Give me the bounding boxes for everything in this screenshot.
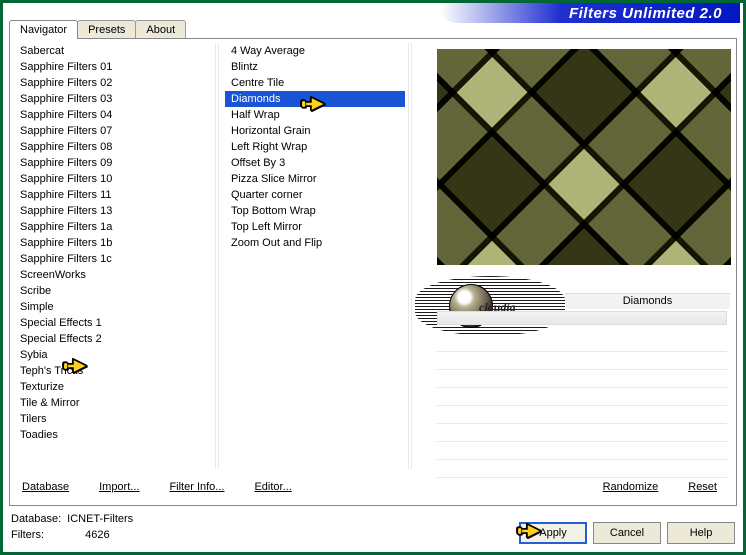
status-bar: Database: ICNET-Filters Filters: 4626 Ap…: [9, 508, 737, 548]
category-item[interactable]: Sapphire Filters 03: [14, 91, 211, 107]
category-item[interactable]: Sapphire Filters 01: [14, 59, 211, 75]
current-effect-label: Diamonds: [565, 293, 730, 309]
effect-item[interactable]: Left Right Wrap: [225, 139, 405, 155]
panel-footer: Database Import... Filter Info... Editor…: [16, 473, 727, 501]
status-db-value: ICNET-Filters: [67, 512, 133, 526]
category-item[interactable]: Sapphire Filters 1a: [14, 219, 211, 235]
category-item[interactable]: Sapphire Filters 09: [14, 155, 211, 171]
effect-item[interactable]: Top Bottom Wrap: [225, 203, 405, 219]
dialog-buttons: Apply Cancel Help: [513, 522, 737, 548]
param-row: [437, 442, 727, 460]
filterinfo-button[interactable]: Filter Info...: [163, 477, 230, 497]
preview-render: [437, 49, 731, 265]
cancel-button[interactable]: Cancel: [593, 522, 661, 544]
tab-about[interactable]: About: [135, 20, 186, 39]
category-list-container: SabercatSapphire Filters 01Sapphire Filt…: [14, 43, 212, 469]
category-item[interactable]: Sabercat: [14, 43, 211, 59]
randomize-button[interactable]: Randomize: [597, 477, 665, 497]
category-item[interactable]: Texturize: [14, 379, 211, 395]
category-item[interactable]: Sapphire Filters 02: [14, 75, 211, 91]
category-item[interactable]: Toadies: [14, 427, 211, 443]
category-item[interactable]: Simple: [14, 299, 211, 315]
category-item[interactable]: Tile & Mirror: [14, 395, 211, 411]
category-item[interactable]: ScreenWorks: [14, 267, 211, 283]
import-button[interactable]: Import...: [93, 477, 145, 497]
category-item[interactable]: Tilers: [14, 411, 211, 427]
plugin-window: Filters Unlimited 2.0 Navigator Presets …: [0, 0, 746, 555]
help-button[interactable]: Help: [667, 522, 735, 544]
param-row: [437, 406, 727, 424]
effect-item[interactable]: Half Wrap: [225, 107, 405, 123]
parameter-area: [437, 334, 727, 478]
category-item[interactable]: Scribe: [14, 283, 211, 299]
category-item[interactable]: Sapphire Filters 07: [14, 123, 211, 139]
effect-item[interactable]: Zoom Out and Flip: [225, 235, 405, 251]
status-db-label: Database:: [11, 512, 65, 526]
param-row: [437, 370, 727, 388]
navigator-panel: SabercatSapphire Filters 01Sapphire Filt…: [9, 38, 737, 506]
effect-item[interactable]: Horizontal Grain: [225, 123, 405, 139]
param-row: [437, 388, 727, 406]
category-item[interactable]: Teph's Tricks: [14, 363, 211, 379]
editor-button[interactable]: Editor...: [248, 477, 297, 497]
category-item[interactable]: Sapphire Filters 04: [14, 107, 211, 123]
effect-item[interactable]: Diamonds: [225, 91, 405, 107]
category-item[interactable]: Sapphire Filters 1b: [14, 235, 211, 251]
preview-image: [437, 49, 731, 265]
category-item[interactable]: Sapphire Filters 08: [14, 139, 211, 155]
tab-strip: Navigator Presets About: [9, 20, 185, 39]
status-filters-label: Filters:: [11, 528, 65, 542]
category-item[interactable]: Sapphire Filters 1c: [14, 251, 211, 267]
column-separator[interactable]: [215, 43, 219, 469]
effect-item[interactable]: Blintz: [225, 59, 405, 75]
effect-header-bar: [437, 311, 727, 325]
category-item[interactable]: Sybia: [14, 347, 211, 363]
reset-button[interactable]: Reset: [682, 477, 723, 497]
effect-item[interactable]: 4 Way Average: [225, 43, 405, 59]
param-row: [437, 334, 727, 352]
tab-presets[interactable]: Presets: [77, 20, 136, 39]
title-bar: Filters Unlimited 2.0: [440, 3, 740, 23]
category-item[interactable]: Sapphire Filters 10: [14, 171, 211, 187]
watermark-overlay: claudia: [415, 276, 565, 336]
status-info: Database: ICNET-Filters Filters: 4626: [9, 510, 135, 548]
column-separator[interactable]: [408, 43, 412, 469]
app-title: Filters Unlimited 2.0: [569, 5, 722, 22]
category-item[interactable]: Special Effects 2: [14, 331, 211, 347]
param-row: [437, 424, 727, 442]
effect-list[interactable]: 4 Way AverageBlintzCentre TileDiamondsHa…: [225, 43, 405, 469]
tab-navigator[interactable]: Navigator: [9, 20, 78, 39]
category-item[interactable]: Special Effects 1: [14, 315, 211, 331]
effect-item[interactable]: Top Left Mirror: [225, 219, 405, 235]
effect-item[interactable]: Quarter corner: [225, 187, 405, 203]
category-list[interactable]: SabercatSapphire Filters 01Sapphire Filt…: [14, 43, 211, 469]
category-item[interactable]: Sapphire Filters 13: [14, 203, 211, 219]
database-button[interactable]: Database: [16, 477, 75, 497]
effect-item[interactable]: Pizza Slice Mirror: [225, 171, 405, 187]
apply-button[interactable]: Apply: [519, 522, 587, 544]
effect-item[interactable]: Offset By 3: [225, 155, 405, 171]
effect-list-container: 4 Way AverageBlintzCentre TileDiamondsHa…: [225, 43, 405, 469]
effect-item[interactable]: Centre Tile: [225, 75, 405, 91]
param-row: [437, 352, 727, 370]
status-filters-value: 4626: [67, 528, 133, 542]
category-item[interactable]: Sapphire Filters 11: [14, 187, 211, 203]
